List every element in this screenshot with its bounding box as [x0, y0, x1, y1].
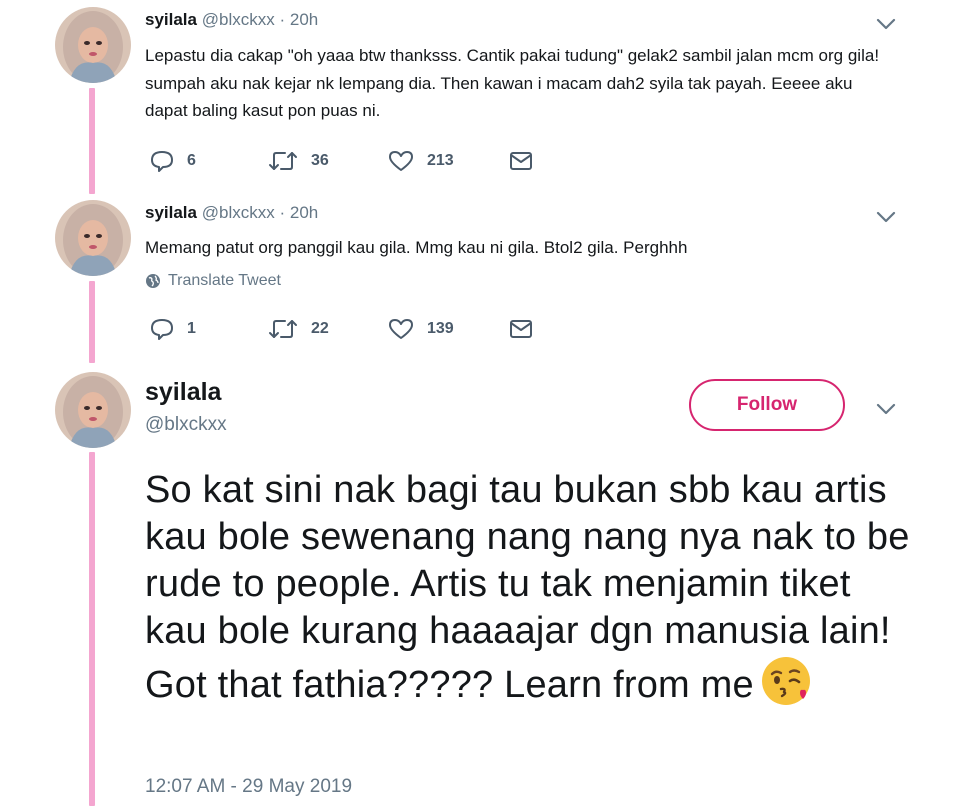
retweet-count: 22 — [311, 320, 329, 337]
heart-icon — [389, 319, 413, 339]
like-button[interactable]: 139 — [387, 316, 454, 342]
display-name[interactable]: syilala — [145, 378, 221, 407]
reply-count: 6 — [187, 152, 196, 169]
thread-line — [89, 88, 95, 194]
display-name[interactable]: syilala — [145, 10, 197, 29]
heart-icon — [389, 151, 413, 171]
handle[interactable]: @blxckxx — [145, 414, 227, 436]
avatar[interactable] — [55, 372, 131, 448]
reply-button[interactable]: 1 — [149, 316, 196, 342]
dm-button[interactable] — [508, 316, 534, 342]
like-count: 139 — [427, 320, 454, 337]
dm-button[interactable] — [508, 148, 534, 174]
tweet-time[interactable]: 20h — [290, 10, 318, 29]
tweet-text: Lepastu dia cakap "oh yaaa btw thanksss.… — [145, 46, 880, 120]
retweet-icon — [269, 152, 297, 170]
envelope-icon — [510, 152, 532, 170]
chevron-down-icon[interactable] — [873, 14, 899, 34]
follow-button[interactable]: Follow — [689, 379, 845, 431]
translate-label: Translate Tweet — [168, 272, 281, 289]
tweet-timestamp[interactable]: 12:07 AM - 29 May 2019 — [145, 776, 352, 798]
like-button[interactable]: 213 — [387, 148, 454, 174]
tweet-header: syilala @blxckxx · 20h — [145, 10, 319, 29]
tweet-actions: 1 22 139 — [145, 316, 565, 342]
tweet-actions: 6 36 213 — [145, 148, 565, 174]
translate-tweet-link[interactable]: Translate Tweet — [145, 272, 281, 290]
retweet-button[interactable]: 36 — [267, 148, 329, 174]
avatar[interactable] — [55, 7, 131, 83]
globe-icon — [146, 274, 160, 288]
envelope-icon — [510, 320, 532, 338]
kiss-emoji-icon — [761, 657, 810, 705]
retweet-icon — [269, 320, 297, 338]
tweet-time[interactable]: 20h — [290, 203, 318, 222]
handle[interactable]: @blxckxx — [202, 203, 275, 222]
reply-icon — [151, 319, 173, 340]
tweet-text: Memang patut org panggil kau gila. Mmg k… — [145, 238, 688, 257]
avatar[interactable] — [55, 200, 131, 276]
reply-count: 1 — [187, 320, 196, 337]
handle[interactable]: @blxckxx — [202, 10, 275, 29]
display-name[interactable]: syilala — [145, 203, 197, 222]
tweet-header: syilala @blxckxx · 20h — [145, 203, 319, 222]
reply-icon — [151, 151, 173, 172]
reply-button[interactable]: 6 — [149, 148, 196, 174]
retweet-count: 36 — [311, 152, 329, 169]
main-tweet-text: So kat sini nak bagi tau bukan sbb kau a… — [145, 467, 915, 709]
retweet-button[interactable]: 22 — [267, 316, 329, 342]
thread-line — [89, 281, 95, 363]
like-count: 213 — [427, 152, 454, 169]
chevron-down-icon[interactable] — [873, 207, 899, 227]
chevron-down-icon[interactable] — [873, 399, 899, 419]
thread-line — [89, 452, 95, 806]
